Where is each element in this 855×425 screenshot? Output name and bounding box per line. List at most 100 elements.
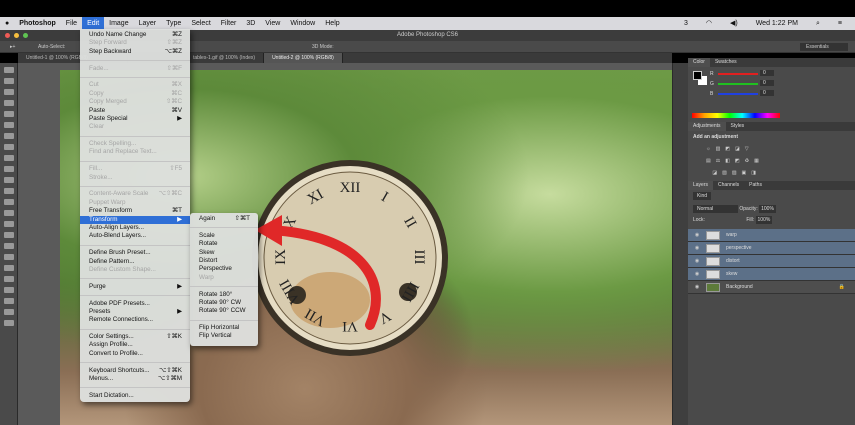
tab-swatches[interactable]: Swatches <box>710 58 742 67</box>
tool-icon[interactable] <box>3 243 14 249</box>
kind-filter[interactable]: Kind <box>693 192 712 200</box>
tool-icon[interactable] <box>3 78 14 84</box>
menu-item-content-aware-scale[interactable]: Content-Aware Scale ⌥⇧⌘C <box>80 190 190 198</box>
tool-icon[interactable] <box>3 210 14 216</box>
opacity-input[interactable]: 100% <box>759 205 776 213</box>
menu-item-auto-align-layers[interactable]: Auto-Align Layers... <box>80 224 190 232</box>
tab-untitled-2[interactable]: Untitled-2 @ 100% (RGB/8) <box>264 53 343 63</box>
tab-color[interactable]: Color <box>688 58 710 67</box>
tool-icon[interactable] <box>3 100 14 106</box>
tool-icon[interactable] <box>3 276 14 282</box>
channel-value[interactable]: 0 <box>760 80 774 86</box>
menu-item-step-forward[interactable]: Step Forward ⇧⌘Z <box>80 39 190 47</box>
list-icon[interactable]: ≡ <box>833 17 847 30</box>
tool-icon[interactable] <box>3 254 14 260</box>
menu-item-copy-merged[interactable]: Copy Merged ⇧⌘C <box>80 98 190 106</box>
tool-icon[interactable] <box>3 111 14 117</box>
tool-icon[interactable] <box>3 89 14 95</box>
tab-paths[interactable]: Paths <box>744 181 767 190</box>
menu-file[interactable]: File <box>61 17 82 30</box>
tool-icon[interactable] <box>3 122 14 128</box>
menu-app[interactable]: Photoshop <box>14 17 61 30</box>
tab-adjustments[interactable]: Adjustments <box>688 122 726 131</box>
eye-icon[interactable]: ◉ <box>688 232 706 238</box>
menu-item-free-transform[interactable]: Free Transform ⌘T <box>80 207 190 215</box>
menu-item-define-pattern[interactable]: Define Pattern... <box>80 258 190 266</box>
menu-item-skew[interactable]: Skew <box>190 249 258 257</box>
menu-item-define-custom-shape[interactable]: Define Custom Shape... <box>80 266 190 274</box>
eye-icon[interactable]: ◉ <box>688 258 706 264</box>
menu-item-transform[interactable]: Transform ▶ <box>80 215 190 224</box>
menu-select[interactable]: Select <box>186 17 215 30</box>
menu-item-purge[interactable]: Purge ▶ <box>80 283 190 291</box>
menu-window[interactable]: Window <box>285 17 320 30</box>
menu-item-rotate-90-ccw[interactable]: Rotate 90° CCW <box>190 307 258 315</box>
tab-styles[interactable]: Styles <box>726 122 750 131</box>
menu-item-remote-connections[interactable]: Remote Connections... <box>80 316 190 324</box>
menu-item-copy[interactable]: Copy ⌘C <box>80 90 190 98</box>
menu-filter[interactable]: Filter <box>216 17 242 30</box>
menu-item-check-spelling[interactable]: Check Spelling... <box>80 140 190 148</box>
menu-item-distort[interactable]: Distort <box>190 257 258 265</box>
menu-item-assign-profile[interactable]: Assign Profile... <box>80 341 190 349</box>
tool-icon[interactable] <box>3 265 14 271</box>
adjustment-icons[interactable]: ☼▥◩◪▽ ▤⚖◧◩♻▦ ◪▨▧▣◨ <box>688 143 855 179</box>
menu-item-menus[interactable]: Menus... ⌥⇧⌘M <box>80 375 190 383</box>
foreground-color[interactable] <box>693 71 702 80</box>
menu-item-rotate-180[interactable]: Rotate 180° <box>190 291 258 299</box>
tab-layers[interactable]: Layers <box>688 181 714 190</box>
menu-item-step-backward[interactable]: Step Backward ⌥⌘Z <box>80 48 190 56</box>
tool-icon[interactable] <box>3 287 14 293</box>
menu-item-define-brush-preset[interactable]: Define Brush Preset... <box>80 249 190 257</box>
blend-mode-select[interactable]: Normal <box>693 205 738 213</box>
search-icon[interactable]: ⌕ <box>811 17 825 30</box>
menu-item-fade[interactable]: Fade... ⇧⌘F <box>80 65 190 73</box>
tool-icon[interactable] <box>3 298 14 304</box>
menu-item-paste-special[interactable]: Paste Special ▶ <box>80 115 190 123</box>
tool-icon[interactable] <box>3 232 14 238</box>
tool-icon[interactable] <box>3 67 14 73</box>
menu-item-adobe-pdf-presets[interactable]: Adobe PDF Presets... <box>80 300 190 308</box>
layer-row[interactable]: ◉ Background 🔒 <box>688 281 855 294</box>
tool-icon[interactable] <box>3 155 14 161</box>
layer-row[interactable]: ◉ distort <box>688 255 855 268</box>
tool-icon[interactable] <box>3 177 14 183</box>
menu-item-auto-blend-layers[interactable]: Auto-Blend Layers... <box>80 232 190 240</box>
wifi-icon[interactable]: ◠ <box>701 17 717 30</box>
layer-row[interactable]: ◉ skew <box>688 268 855 281</box>
menu-item-color-settings[interactable]: Color Settings... ⇧⌘K <box>80 333 190 341</box>
tool-icon[interactable] <box>3 199 14 205</box>
channel-slider[interactable] <box>718 83 758 85</box>
menu-view[interactable]: View <box>260 17 285 30</box>
menu-item-clear[interactable]: Clear <box>80 123 190 131</box>
channel-slider[interactable] <box>718 93 758 95</box>
menu-item-start-dictation[interactable]: Start Dictation... <box>80 392 190 400</box>
tool-icon[interactable] <box>3 133 14 139</box>
channel-value[interactable]: 0 <box>760 70 774 76</box>
menu-item-perspective[interactable]: Perspective <box>190 265 258 273</box>
adobe-badge[interactable]: 3 <box>679 17 693 30</box>
eye-icon[interactable]: ◉ <box>688 245 706 251</box>
menu-item-puppet-warp[interactable]: Puppet Warp <box>80 199 190 207</box>
tool-icon[interactable] <box>3 188 14 194</box>
menu-item-convert-to-profile[interactable]: Convert to Profile... <box>80 350 190 358</box>
menu-item-undo-name-change[interactable]: Undo Name Change ⌘Z <box>80 31 190 39</box>
tool-icon[interactable] <box>3 166 14 172</box>
menu-item-warp[interactable]: Warp <box>190 274 258 282</box>
menu-item-flip-vertical[interactable]: Flip Vertical <box>190 332 258 340</box>
menu-item-scale[interactable]: Scale <box>190 232 258 240</box>
channel-slider[interactable] <box>718 73 758 75</box>
fill-input[interactable]: 100% <box>755 216 773 224</box>
move-tool-icon[interactable]: ▸+ <box>10 44 15 50</box>
eye-icon[interactable]: ◉ <box>688 271 706 277</box>
close-button[interactable] <box>5 33 10 38</box>
tool-icon[interactable] <box>3 144 14 150</box>
layer-row[interactable]: ◉ perspective <box>688 242 855 255</box>
channel-value[interactable]: 0 <box>760 90 774 96</box>
menu-help[interactable]: Help <box>320 17 344 30</box>
menu-item-stroke[interactable]: Stroke... <box>80 174 190 182</box>
tab-channels[interactable]: Channels <box>713 181 744 190</box>
layer-row[interactable]: ◉ warp <box>688 229 855 242</box>
menu-item-keyboard-shortcuts[interactable]: Keyboard Shortcuts... ⌥⇧⌘K <box>80 367 190 375</box>
clock[interactable]: Wed 1:22 PM <box>751 17 803 30</box>
